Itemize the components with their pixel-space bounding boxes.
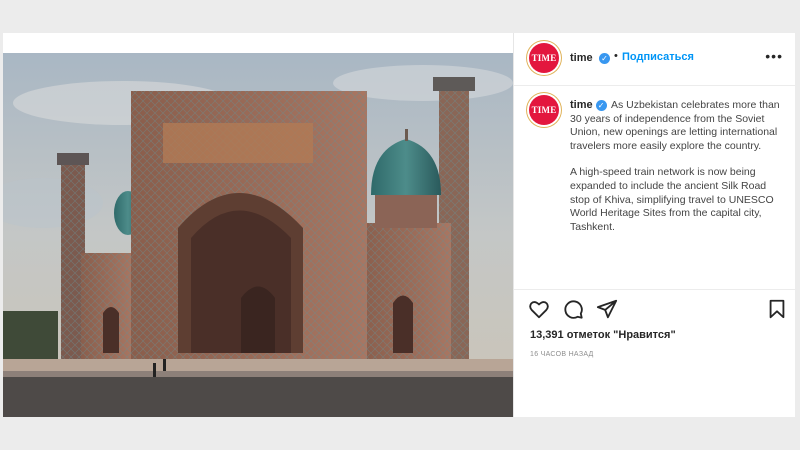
separator-dot: • — [614, 50, 618, 62]
post-timestamp: 16 ЧАСОВ НАЗАД — [530, 351, 594, 358]
more-options-icon[interactable]: ••• — [765, 48, 783, 64]
likes-count[interactable]: 13,391 отметок "Нравится" — [530, 329, 676, 341]
instagram-post: TIME time ✓ • Подписаться ••• TIME time ✓… — [3, 33, 795, 417]
caption-paragraph-1: time ✓ As Uzbekistan celebrates more than… — [570, 99, 785, 153]
post-photo[interactable] — [3, 53, 513, 417]
follow-button[interactable]: Подписаться — [622, 51, 694, 63]
caption-verified-icon: ✓ — [595, 99, 607, 111]
heart-icon[interactable] — [528, 298, 550, 320]
verified-badge-icon: ✓ — [599, 53, 610, 64]
post-caption: time ✓ As Uzbekistan celebrates more than… — [570, 99, 785, 247]
madrasah-photo — [3, 53, 513, 417]
bookmark-icon[interactable] — [766, 298, 788, 320]
paper-plane-icon[interactable] — [596, 298, 618, 320]
caption-paragraph-2: A high-speed train network is now being … — [570, 166, 774, 233]
post-header: TIME time ✓ • Подписаться ••• — [514, 33, 795, 86]
caption-avatar[interactable]: TIME — [529, 95, 559, 125]
account-username[interactable]: time — [570, 52, 593, 64]
account-avatar[interactable]: TIME — [529, 43, 559, 73]
caption-username[interactable]: time — [570, 99, 593, 111]
action-bar — [514, 289, 795, 326]
post-sidebar: TIME time ✓ • Подписаться ••• TIME time ✓… — [513, 33, 795, 417]
comment-icon[interactable] — [562, 298, 584, 320]
